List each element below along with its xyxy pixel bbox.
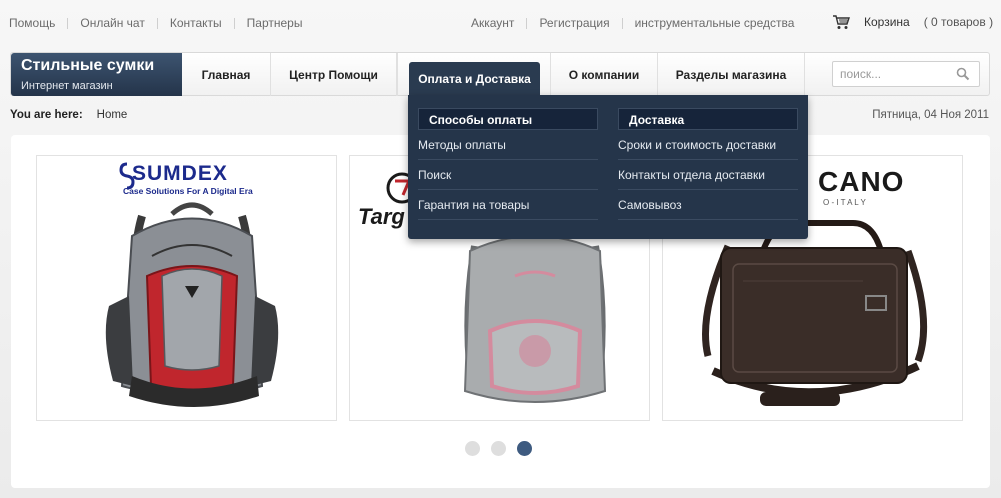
payment-delivery-dropdown: Способы оплаты Методы оплаты Поиск Гаран…: [408, 95, 808, 239]
cart-widget[interactable]: Корзина ( 0 товаров ): [832, 14, 993, 30]
dropdown-heading-delivery: Доставка: [618, 108, 798, 130]
nav-home[interactable]: Главная: [182, 53, 271, 96]
brand-sumdex-tagline: Case Solutions For A Digital Era: [123, 186, 253, 196]
register-link[interactable]: Регистрация: [539, 16, 609, 30]
nav-store-sections[interactable]: Разделы магазина: [658, 53, 805, 96]
dropdown-item-payment-methods[interactable]: Методы оплаты: [418, 130, 598, 160]
dropdown-item-warranty[interactable]: Гарантия на товары: [418, 190, 598, 220]
divider: [156, 17, 158, 29]
cart-link[interactable]: Корзина: [864, 15, 910, 29]
top-bar: Помощь Онлайн чат Контакты Партнеры Акка…: [0, 0, 1001, 44]
current-date: Пятница, 04 Ноя 2011: [872, 109, 989, 121]
nav-about[interactable]: О компании: [550, 53, 658, 96]
partners-link[interactable]: Партнеры: [247, 16, 303, 30]
brand-targus-label: Targ: [358, 204, 405, 229]
dropdown-heading-payment: Способы оплаты: [418, 108, 598, 130]
search-box: [832, 61, 980, 87]
site-logo[interactable]: Стильные сумки Интернет магазин: [11, 53, 182, 96]
online-chat-link[interactable]: Онлайн чат: [80, 16, 144, 30]
divider: [67, 17, 69, 29]
divider: [526, 17, 528, 29]
divider: [621, 17, 623, 29]
dropdown-item-delivery-contacts[interactable]: Контакты отдела доставки: [618, 160, 798, 190]
divider: [397, 53, 398, 96]
brand-cano-tagline: O - I T A L Y: [823, 198, 866, 207]
divider: [233, 17, 235, 29]
nav-payment-delivery[interactable]: Оплата и Доставка: [409, 62, 540, 95]
tools-link[interactable]: инструментальные средства: [635, 16, 795, 30]
carousel-dot-2[interactable]: [491, 441, 506, 456]
brand-sumdex-label: SUMDEX: [132, 162, 228, 185]
carousel-pagination: [465, 441, 543, 456]
nav-help-center[interactable]: Центр Помощи: [271, 53, 397, 96]
dropdown-column-payment: Способы оплаты Методы оплаты Поиск Гаран…: [418, 108, 598, 220]
dropdown-item-pickup[interactable]: Самовывоз: [618, 190, 798, 220]
top-links-left: Помощь Онлайн чат Контакты Партнеры: [9, 16, 302, 30]
carousel-dot-3[interactable]: [517, 441, 532, 456]
dropdown-column-delivery: Доставка Сроки и стоимость доставки Конт…: [618, 108, 798, 220]
main-navbar: Стильные сумки Интернет магазин Главная …: [10, 52, 990, 96]
contacts-link[interactable]: Контакты: [170, 16, 222, 30]
logo-title: Стильные сумки: [21, 57, 155, 74]
help-link[interactable]: Помощь: [9, 16, 55, 30]
carousel-dot-1[interactable]: [465, 441, 480, 456]
account-link[interactable]: Аккаунт: [471, 16, 514, 30]
cart-count: ( 0 товаров ): [923, 15, 994, 29]
product-card-sumdex[interactable]: SUMDEX Case Solutions For A Digital Era: [36, 155, 337, 421]
breadcrumb: You are here: Home: [10, 109, 127, 121]
top-links-right: Аккаунт Регистрация инструментальные сре…: [471, 16, 794, 30]
logo-subtitle: Интернет магазин: [21, 80, 113, 92]
breadcrumb-home-link[interactable]: Home: [97, 109, 128, 121]
search-input[interactable]: [833, 62, 951, 86]
brand-cano-label: CANO: [818, 166, 905, 197]
cart-icon[interactable]: [832, 14, 850, 30]
breadcrumb-label: You are here:: [10, 109, 83, 121]
search-icon[interactable]: [956, 67, 970, 81]
dropdown-item-delivery-terms[interactable]: Сроки и стоимость доставки: [618, 130, 798, 160]
dropdown-item-search[interactable]: Поиск: [418, 160, 598, 190]
